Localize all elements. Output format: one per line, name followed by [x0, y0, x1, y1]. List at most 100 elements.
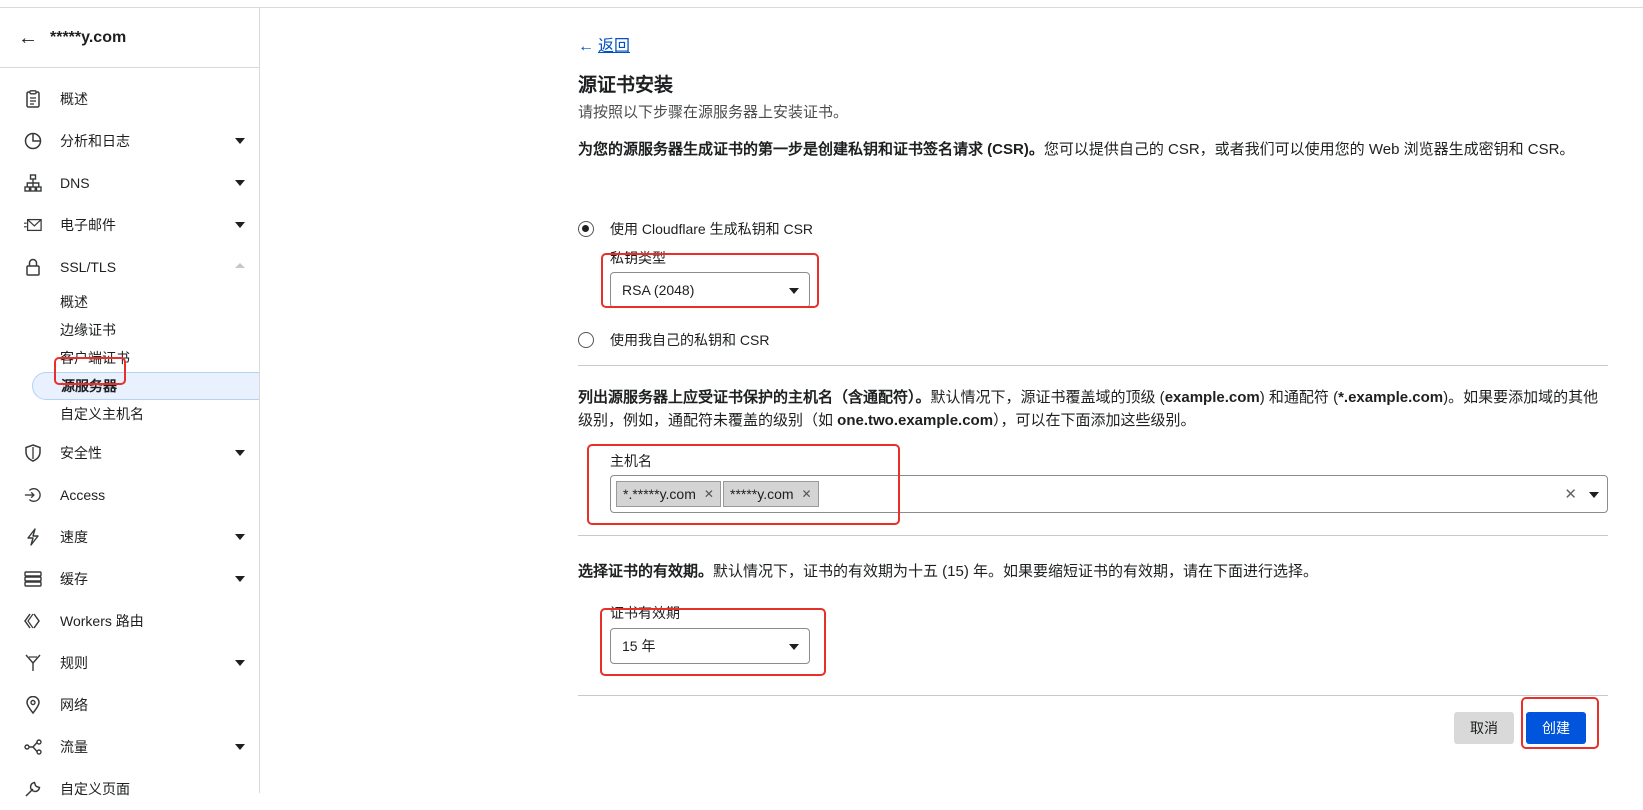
- csr-description: 为您的源服务器生成证书的第一步是创建私钥和证书签名请求 (CSR)。您可以提供自…: [578, 138, 1608, 161]
- sidebar-item-label: 电子邮件: [60, 217, 116, 233]
- traffic-icon: [24, 738, 42, 756]
- shield-icon: [24, 444, 42, 462]
- sidebar-item-label: 分析和日志: [60, 133, 130, 149]
- sidebar-item-dns[interactable]: DNS: [0, 162, 259, 204]
- radio-cloudflare-generate[interactable]: 使用 Cloudflare 生成私钥和 CSR: [578, 219, 813, 239]
- sidebar-item-overview[interactable]: 概述: [0, 78, 259, 120]
- workers-icon: [24, 612, 42, 630]
- sidebar-item-caching[interactable]: 缓存: [0, 558, 259, 600]
- key-type-select[interactable]: RSA (2048): [610, 272, 810, 308]
- sidebar-item-label: Workers 路由: [60, 613, 144, 629]
- sidebar-item-security[interactable]: 安全性: [0, 432, 259, 474]
- lock-icon: [24, 258, 42, 276]
- sidebar-item-email[interactable]: 电子邮件: [0, 204, 259, 246]
- page-subtitle: 请按照以下步骤在源服务器上安装证书。: [578, 104, 849, 121]
- validity-select[interactable]: 15 年: [610, 628, 810, 664]
- storage-icon: [24, 570, 42, 588]
- clear-icon[interactable]: ✕: [1564, 485, 1577, 503]
- sidebar-item-access[interactable]: Access: [0, 474, 259, 516]
- hostname-chip-label: *****y.com: [730, 486, 794, 502]
- chevron-down-icon: [235, 222, 245, 228]
- submenu-item-origin-server[interactable]: 源服务器: [32, 372, 259, 400]
- csr-description-bold: 为您的源服务器生成证书的第一步是创建私钥和证书签名请求 (CSR)。: [578, 141, 1044, 158]
- sidebar-item-label: 缓存: [60, 571, 88, 587]
- page-title: 源证书安装: [578, 75, 674, 96]
- key-type-label: 私钥类型: [610, 250, 666, 266]
- sidebar-item-label: 规则: [60, 655, 88, 671]
- ssl-submenu: 概述 边缘证书 客户端证书 源服务器 自定义主机名: [0, 288, 259, 428]
- validity-value: 15 年: [622, 638, 656, 654]
- sidebar-header: ← *****y.com: [0, 8, 259, 68]
- sidebar-item-speed[interactable]: 速度: [0, 516, 259, 558]
- sidebar-item-label: Access: [60, 487, 106, 503]
- sidebar-item-ssl-tls[interactable]: SSL/TLS: [0, 246, 259, 288]
- back-arrow-icon[interactable]: ←: [18, 28, 38, 48]
- chart-icon: [24, 132, 42, 150]
- radio-button-selected[interactable]: [578, 221, 594, 237]
- sidebar-item-label: 速度: [60, 529, 88, 545]
- chevron-down-icon[interactable]: [1589, 492, 1599, 498]
- hostnames-text-2: ) 和通配符 (: [1259, 389, 1339, 406]
- domain-name: *****y.com: [50, 28, 127, 46]
- clipboard-icon: [24, 90, 42, 108]
- sidebar-item-workers-routes[interactable]: Workers 路由: [0, 600, 259, 642]
- hostnames-example-3: one.two.example.com: [837, 412, 994, 429]
- hostname-label: 主机名: [610, 453, 652, 469]
- submenu-item-client-certificates[interactable]: 客户端证书: [0, 344, 259, 372]
- close-icon[interactable]: ✕: [802, 487, 812, 501]
- sidebar-item-label: SSL/TLS: [60, 259, 117, 275]
- submenu-item-edge-certificates[interactable]: 边缘证书: [0, 316, 259, 344]
- hostnames-text-1: 默认情况下，源证书覆盖域的顶级 (: [930, 389, 1165, 406]
- location-icon: [24, 696, 42, 714]
- validity-description: 选择证书的有效期。默认情况下，证书的有效期为十五 (15) 年。如果要缩短证书的…: [578, 560, 1608, 583]
- chevron-down-icon: [235, 180, 245, 186]
- hostname-chip: *****y.com ✕: [723, 481, 819, 507]
- hostnames-description-bold: 列出源服务器上应受证书保护的主机名（含通配符）。: [578, 389, 931, 406]
- divider: [578, 535, 1608, 536]
- chevron-down-icon: [235, 450, 245, 456]
- back-link[interactable]: ← 返回: [578, 32, 630, 56]
- chevron-down-icon: [789, 644, 799, 650]
- chevron-down-icon: [235, 660, 245, 666]
- sidebar: ← *****y.com 概述 分析和日志 DNS 电子邮件 SSL/TLS 概…: [0, 8, 260, 797]
- lightning-icon: [24, 528, 42, 546]
- sidebar-item-label: 概述: [60, 91, 88, 107]
- sidebar-item-analytics[interactable]: 分析和日志: [0, 120, 259, 162]
- submenu-item-custom-hostnames[interactable]: 自定义主机名: [0, 400, 259, 428]
- wrench-icon: [24, 780, 42, 798]
- hostname-chip-label: *.*****y.com: [623, 486, 696, 502]
- radio-button[interactable]: [578, 332, 594, 348]
- submenu-item-overview[interactable]: 概述: [0, 288, 259, 316]
- radio-label: 使用 Cloudflare 生成私钥和 CSR: [610, 221, 814, 237]
- sidebar-item-rules[interactable]: 规则: [0, 642, 259, 684]
- hostnames-text-4: ），可以在下面添加这些级别。: [993, 412, 1196, 429]
- chevron-up-icon: [235, 263, 245, 268]
- sidebar-item-traffic[interactable]: 流量: [0, 726, 259, 768]
- cancel-button[interactable]: 取消: [1454, 712, 1514, 744]
- chevron-down-icon: [235, 534, 245, 540]
- arrow-left-icon: ←: [578, 38, 594, 55]
- access-icon: [24, 486, 42, 504]
- sidebar-item-label: 安全性: [60, 445, 102, 461]
- key-type-value: RSA (2048): [622, 282, 695, 298]
- network-icon: [24, 174, 42, 192]
- validity-label: 证书有效期: [610, 605, 680, 621]
- close-icon[interactable]: ✕: [704, 487, 714, 501]
- back-link-label: 返回: [598, 38, 631, 55]
- email-icon: [24, 216, 42, 234]
- chevron-down-icon: [235, 744, 245, 750]
- validity-description-bold: 选择证书的有效期。: [578, 563, 714, 580]
- hostnames-description: 列出源服务器上应受证书保护的主机名（含通配符）。默认情况下，源证书覆盖域的顶级 …: [578, 386, 1608, 432]
- sidebar-item-network[interactable]: 网络: [0, 684, 259, 726]
- validity-description-text: 默认情况下，证书的有效期为十五 (15) 年。如果要缩短证书的有效期，请在下面进…: [713, 563, 1319, 580]
- sidebar-item-custom-pages[interactable]: 自定义页面: [0, 768, 259, 810]
- radio-own-key[interactable]: 使用我自己的私钥和 CSR: [578, 330, 769, 350]
- sidebar-nav-lower: 安全性 Access 速度 缓存 Workers 路由 规则 网络 流量 自定义…: [0, 432, 259, 810]
- hostname-multiselect[interactable]: *.*****y.com ✕ *****y.com ✕ ✕: [610, 475, 1608, 513]
- sidebar-item-label: 自定义页面: [60, 781, 130, 797]
- sidebar-item-label: 网络: [60, 697, 88, 713]
- sidebar-item-label: DNS: [60, 175, 90, 191]
- csr-description-text: 您可以提供自己的 CSR，或者我们可以使用您的 Web 浏览器生成密钥和 CSR…: [1043, 141, 1575, 158]
- chevron-down-icon: [235, 138, 245, 144]
- create-button[interactable]: 创建: [1526, 712, 1586, 744]
